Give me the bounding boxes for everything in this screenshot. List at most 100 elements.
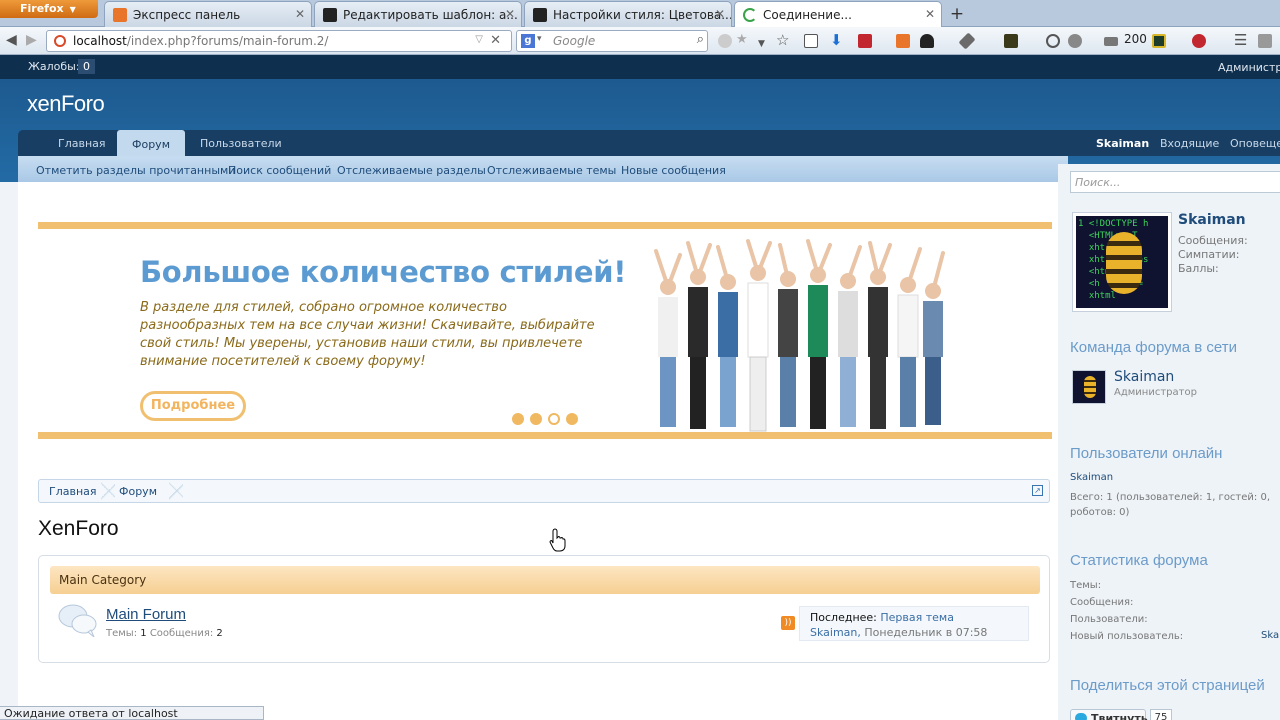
admin-link[interactable]: Администрирование [1218, 61, 1280, 74]
search-box[interactable]: g ▾ Google ⌕ [516, 30, 708, 52]
messages-label: Сообщения: [1178, 234, 1248, 247]
star-icon[interactable]: ★ [736, 32, 748, 48]
sidebar-username[interactable]: Skaiman [1178, 212, 1246, 228]
spy-icon[interactable] [920, 34, 934, 48]
subnav-search-posts[interactable]: Поиск сообщений [228, 164, 331, 177]
sidebar: Поиск... 1 <!DOCTYPE h <HTML> T xht www.… [1058, 164, 1280, 720]
nav-alerts-link[interactable]: Оповещения [1230, 137, 1280, 150]
last-post-info: Последнее: Первая тема Skaiman, Понедель… [799, 606, 1029, 641]
nav-tab-home[interactable]: Главная [58, 137, 106, 150]
url-path: /index.php?forums/main-forum.2/ [126, 34, 329, 48]
tab-strip: Firefox ▼ Экспресс панель ✕ Редактировать… [0, 0, 1280, 28]
browser-tab-title: Экспресс панель [133, 8, 241, 22]
site-logo[interactable]: xenForo [27, 91, 105, 117]
close-icon[interactable]: ✕ [715, 7, 725, 21]
staff-username[interactable]: Skaiman [1114, 369, 1174, 385]
breadcrumb-home[interactable]: Главная [49, 485, 97, 498]
last-thread-link[interactable]: Первая тема [880, 611, 954, 624]
firefox-menu-button[interactable]: Firefox ▼ [0, 0, 98, 18]
spy-icon [533, 8, 547, 22]
addon-icon[interactable] [858, 34, 872, 48]
user-avatar[interactable]: 1 <!DOCTYPE h <HTML> T xht www. xht tran… [1072, 212, 1172, 312]
close-icon[interactable]: ✕ [925, 7, 935, 21]
page-title: XenForo [38, 517, 119, 540]
stop-icon[interactable]: ✕ [490, 33, 501, 48]
close-icon[interactable]: ✕ [505, 7, 515, 21]
last-post-time: Понедельник в 07:58 [864, 626, 988, 639]
main-nav: Главная Форум Пользователи Skaiman Входя… [18, 130, 1280, 158]
stats-threads-label: Темы: [1070, 580, 1102, 591]
chevron-down-icon[interactable]: ▼ [758, 36, 765, 52]
sidebar-user-meta: Сообщения: Симпатии: Баллы: [1178, 234, 1248, 276]
jump-to-icon[interactable]: ↗ [1032, 485, 1043, 496]
slide-dot[interactable] [566, 413, 578, 425]
subnav-watched-forums[interactable]: Отслеживаемые разделы [337, 164, 486, 177]
bookmarks-icon[interactable] [804, 34, 818, 48]
url-bar[interactable]: localhost/index.php?forums/main-forum.2/… [46, 30, 512, 52]
stats-messages-label: Сообщения: [1070, 597, 1134, 608]
forward-icon[interactable]: ▶ [26, 32, 37, 48]
addon-icon[interactable] [1152, 34, 1166, 48]
category-header[interactable]: Main Category [50, 566, 1040, 594]
nav-tab-members[interactable]: Пользователи [200, 137, 282, 150]
nav-inbox-link[interactable]: Входящие [1160, 137, 1219, 150]
subnav-mark-read[interactable]: Отметить разделы прочитанными [36, 164, 235, 177]
close-icon[interactable]: ✕ [295, 7, 305, 21]
browser-tab-1[interactable]: Экспресс панель ✕ [104, 1, 312, 27]
site-identity-icon[interactable] [54, 35, 66, 47]
promo-banner: Большое количество стилей! В разделе для… [38, 222, 1052, 439]
gear-icon[interactable] [718, 34, 732, 48]
staff-avatar[interactable] [1072, 370, 1106, 404]
slide-dot[interactable] [512, 413, 524, 425]
posts-count: 2 [216, 628, 223, 639]
sidebar-search-input[interactable]: Поиск... [1070, 171, 1280, 193]
express-panel-icon [113, 8, 127, 22]
forum-bubbles-icon [58, 604, 97, 637]
slide-dot[interactable] [530, 413, 542, 425]
download-icon[interactable]: ⬇ [830, 32, 843, 48]
addon-icon[interactable] [1258, 34, 1272, 48]
express-panel-icon[interactable] [896, 34, 910, 48]
stats-users-label: Пользователи: [1070, 614, 1148, 625]
forum-stats-list: Темы: Сообщения: Пользователи: Новый пол… [1070, 578, 1183, 644]
shield-icon[interactable] [1046, 34, 1060, 48]
menu-icon[interactable]: ☰ [1234, 32, 1247, 48]
tweet-count: 75 [1150, 709, 1172, 720]
addon-icon[interactable] [1004, 34, 1018, 48]
twitter-bird-icon [1075, 713, 1087, 720]
nav-tab-forum[interactable]: Форум [117, 130, 185, 158]
nav-user-link[interactable]: Skaiman [1096, 137, 1149, 150]
subnav-watched-threads[interactable]: Отслеживаемые темы [487, 164, 616, 177]
chevron-down-icon[interactable]: ▾ [537, 34, 542, 44]
last-post-user-link[interactable]: Skaiman, [810, 626, 861, 639]
mail-icon[interactable] [1104, 37, 1118, 46]
browser-tab-3[interactable]: Настройки стиля: Цветова... ✕ [524, 1, 732, 27]
firefox-menu-label: Firefox [20, 2, 64, 15]
navigation-toolbar: ◀ ▶ localhost/index.php?forums/main-foru… [0, 27, 1280, 55]
slide-dot-active[interactable] [548, 413, 560, 425]
new-tab-button[interactable]: + [944, 2, 970, 26]
complaints-link[interactable]: Жалобы: [28, 60, 80, 73]
stats-new-user-link[interactable]: Skai [1261, 630, 1280, 641]
share-heading: Поделиться этой страницей [1070, 677, 1265, 694]
adblock-icon[interactable] [1192, 34, 1206, 48]
banner-more-button[interactable]: Подробнее [140, 391, 246, 421]
banner-text: В разделе для стилей, собрано огромное к… [140, 300, 595, 369]
rss-icon[interactable]: )) [781, 616, 795, 630]
subnav-new-posts[interactable]: Новые сообщения [621, 164, 726, 177]
breadcrumb-forum[interactable]: Форум [119, 485, 157, 498]
browser-tab-4[interactable]: Соединение... ✕ [734, 1, 942, 28]
url-dropdown-icon[interactable]: ▽ [475, 34, 483, 45]
bee-mascot-icon [1084, 376, 1096, 398]
forum-title-link[interactable]: Main Forum [106, 606, 186, 623]
bookmark-star-icon[interactable]: ☆ [776, 32, 789, 48]
breadcrumb: Главная Форум ↗ [38, 479, 1050, 503]
browser-tab-2[interactable]: Редактировать шаблон: a... ✕ [314, 1, 522, 27]
globe-icon[interactable] [1068, 34, 1082, 48]
back-icon[interactable]: ◀ [6, 32, 17, 48]
tweet-button[interactable]: Твитнуть [1070, 709, 1148, 720]
online-users-heading: Пользователи онлайн [1070, 445, 1223, 462]
search-icon[interactable]: ⌕ [697, 32, 704, 47]
online-user-link[interactable]: Skaiman [1070, 472, 1113, 483]
tool-icon[interactable] [958, 32, 976, 50]
